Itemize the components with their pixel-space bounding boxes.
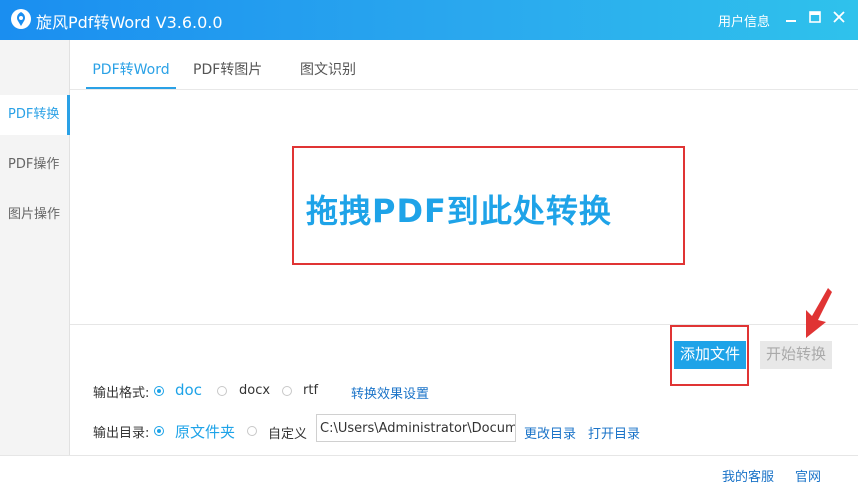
tab-ocr[interactable]: 图文识别 (300, 40, 356, 89)
dir-source-folder-option[interactable]: 原文件夹 (175, 421, 235, 442)
tab-bar: PDF转Word PDF转图片 图文识别 (70, 40, 858, 90)
dir-custom-option[interactable]: 自定义 (268, 423, 307, 442)
open-directory-link[interactable]: 打开目录 (588, 423, 640, 442)
add-file-button[interactable]: 添加文件 (674, 341, 746, 369)
customer-service-link[interactable]: 我的客服 (722, 466, 774, 485)
change-directory-link[interactable]: 更改目录 (524, 423, 576, 442)
format-rtf-option[interactable]: rtf (303, 383, 318, 398)
drop-zone[interactable]: 拖拽PDF到此处转换 (70, 90, 858, 325)
drop-zone-highlight: 拖拽PDF到此处转换 (292, 146, 685, 265)
drop-zone-text: 拖拽PDF到此处转换 (306, 192, 612, 230)
sidebar-item-image-operations[interactable]: 图片操作 (0, 195, 70, 235)
start-convert-button[interactable]: 开始转换 (760, 341, 832, 369)
output-format-label: 输出格式: (93, 386, 150, 401)
app-title: 旋风Pdf转Word V3.6.0.0 (36, 13, 223, 32)
format-docx-radio[interactable] (217, 386, 227, 396)
format-doc-option[interactable]: doc (175, 381, 202, 399)
tab-pdf-to-word[interactable]: PDF转Word (86, 40, 176, 89)
options-panel: 添加文件 开始转换 输出格式: doc docx rtf 转换效果设置 输出目录… (70, 325, 858, 455)
title-bar: 旋风Pdf转Word V3.6.0.0 用户信息 (0, 0, 858, 40)
minimize-icon[interactable] (782, 8, 800, 26)
output-dir-label: 输出目录: (93, 426, 150, 441)
tab-pdf-to-image[interactable]: PDF转图片 (193, 40, 262, 89)
status-bar: 我的客服 官网 (0, 455, 858, 495)
format-doc-radio[interactable] (154, 386, 164, 396)
maximize-icon[interactable] (806, 8, 824, 26)
format-docx-option[interactable]: docx (239, 383, 270, 398)
conversion-settings-link[interactable]: 转换效果设置 (351, 383, 429, 402)
app-logo-icon (11, 9, 31, 29)
dir-source-folder-radio[interactable] (154, 426, 164, 436)
format-rtf-radio[interactable] (282, 386, 292, 396)
website-link[interactable]: 官网 (795, 466, 821, 485)
user-info-link[interactable]: 用户信息 (718, 11, 770, 30)
sidebar: PDF转换 PDF操作 图片操作 (0, 40, 70, 455)
sidebar-item-pdf-convert[interactable]: PDF转换 (0, 95, 70, 135)
dir-custom-radio[interactable] (247, 426, 257, 436)
output-path-input[interactable] (316, 414, 516, 442)
sidebar-item-pdf-operations[interactable]: PDF操作 (0, 145, 70, 185)
close-icon[interactable] (830, 8, 848, 26)
